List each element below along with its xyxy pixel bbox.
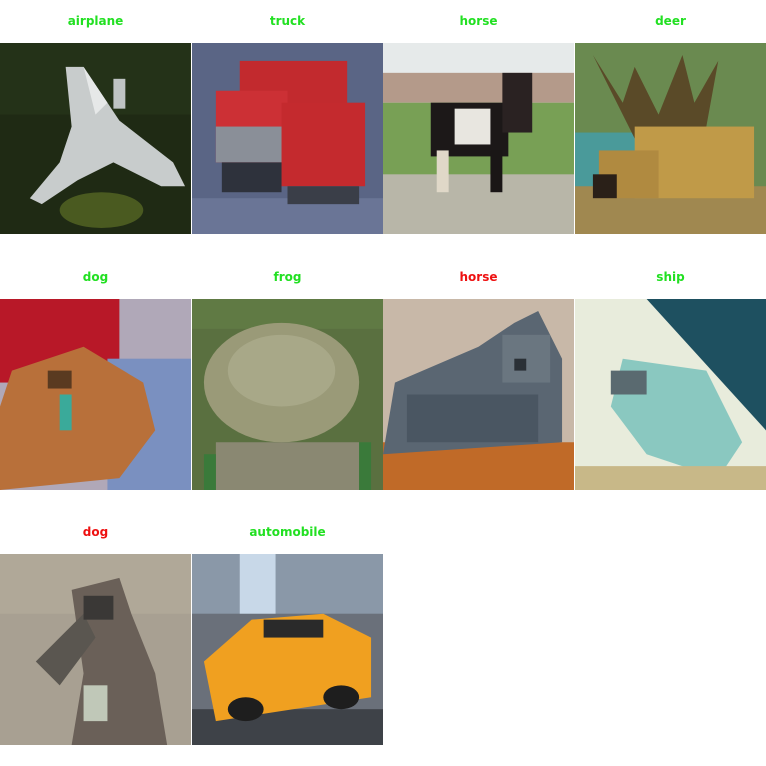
truck-photo bbox=[192, 43, 383, 234]
cell-label: automobile bbox=[249, 525, 326, 539]
ship-photo bbox=[575, 299, 766, 490]
cell-label: ship bbox=[656, 270, 685, 284]
horse-photo bbox=[383, 43, 574, 234]
airplane-photo bbox=[0, 43, 191, 234]
cell-label: airplane bbox=[67, 14, 124, 28]
car-photo bbox=[192, 554, 383, 745]
cat-photo bbox=[383, 299, 574, 490]
cell-label: dog bbox=[82, 270, 109, 284]
cell-label: dog bbox=[82, 525, 109, 539]
bird-photo bbox=[0, 554, 191, 745]
cell-label: truck bbox=[269, 14, 306, 28]
deer-photo bbox=[575, 43, 766, 234]
cell-label: frog bbox=[273, 270, 302, 284]
cell-label: horse bbox=[459, 14, 498, 28]
cell-label: horse bbox=[459, 270, 498, 284]
cell-label: deer bbox=[655, 14, 686, 28]
frog-photo bbox=[192, 299, 383, 490]
dog-photo bbox=[0, 299, 191, 490]
